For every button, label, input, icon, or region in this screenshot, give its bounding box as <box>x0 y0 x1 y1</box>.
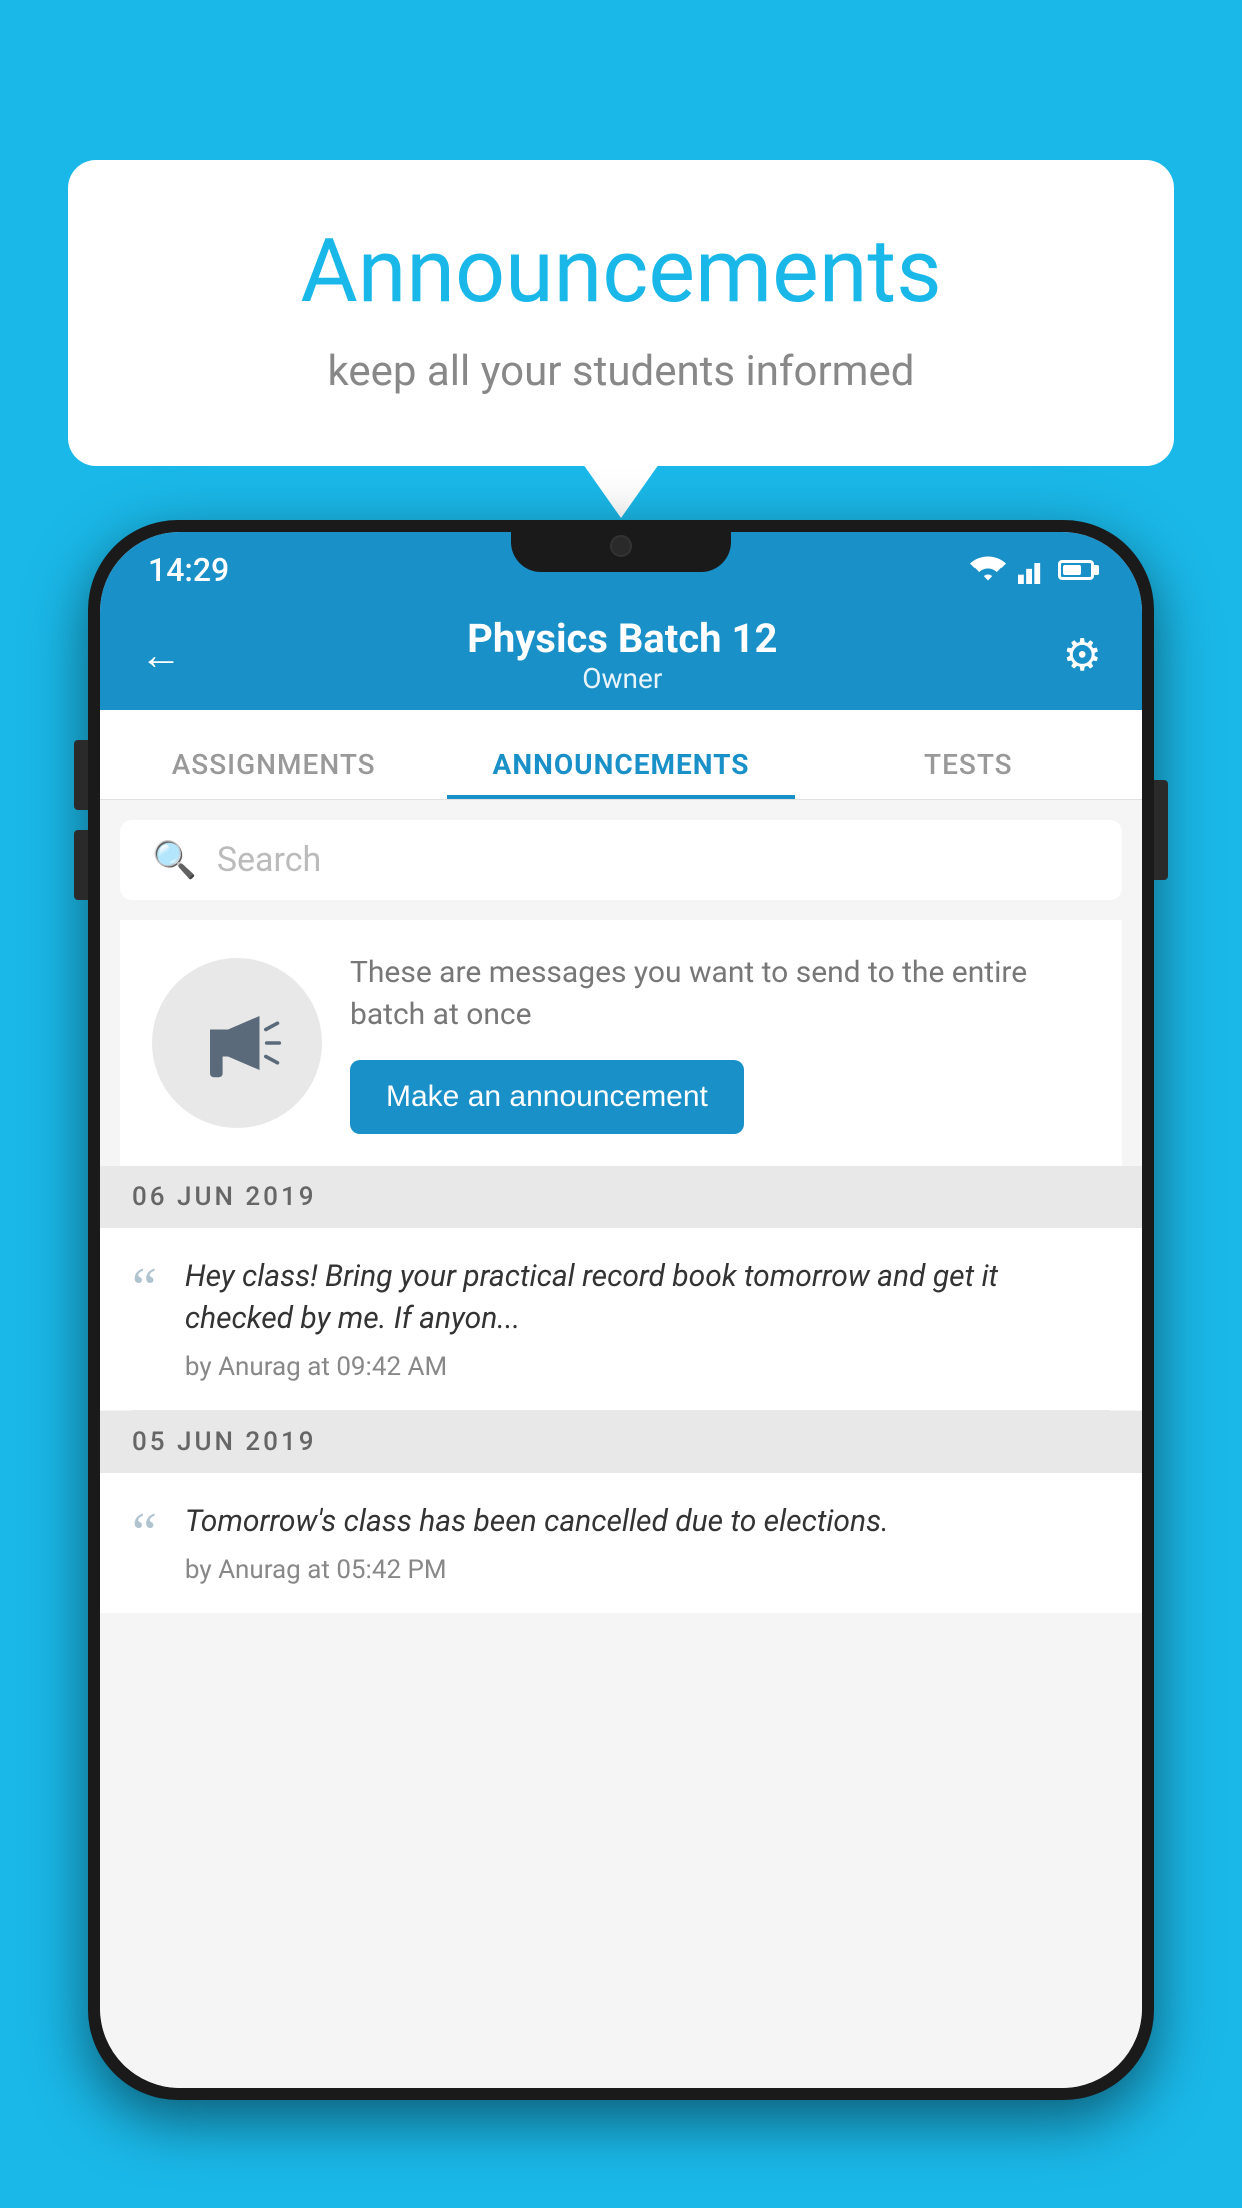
announcement-author-1: by Anurag at 09:42 AM <box>185 1352 1110 1382</box>
tab-assignments[interactable]: ASSIGNMENTS <box>100 748 447 799</box>
speech-bubble-card: Announcements keep all your students inf… <box>68 160 1174 466</box>
phone-frame: 14:29 <box>88 520 1154 2100</box>
make-announcement-button[interactable]: Make an announcement <box>350 1060 744 1134</box>
status-icons <box>970 556 1094 584</box>
search-placeholder: Search <box>217 840 321 880</box>
wifi-icon <box>970 556 1006 584</box>
announcement-content-2: Tomorrow's class has been cancelled due … <box>185 1501 1110 1585</box>
megaphone-icon <box>192 998 282 1088</box>
tab-tests[interactable]: TESTS <box>795 748 1142 799</box>
announcement-text-2: Tomorrow's class has been cancelled due … <box>185 1501 1110 1543</box>
batch-subtitle: Owner <box>182 662 1063 695</box>
content-area: 🔍 Search <box>100 800 1142 2088</box>
announcement-author-2: by Anurag at 05:42 PM <box>185 1555 1110 1585</box>
promo-card: These are messages you want to send to t… <box>120 920 1122 1166</box>
bubble-subtitle: keep all your students informed <box>148 347 1094 396</box>
quote-icon-1: “ <box>132 1260 157 1316</box>
announcement-item-2[interactable]: “ Tomorrow's class has been cancelled du… <box>100 1473 1142 1613</box>
back-button[interactable]: ← <box>140 631 182 680</box>
app-header: ← Physics Batch 12 Owner ⚙ <box>100 600 1142 710</box>
speech-bubble-section: Announcements keep all your students inf… <box>68 160 1174 466</box>
battery-icon <box>1058 560 1094 580</box>
batch-title: Physics Batch 12 <box>182 615 1063 662</box>
search-bar[interactable]: 🔍 Search <box>120 820 1122 900</box>
promo-right: These are messages you want to send to t… <box>350 952 1090 1134</box>
bubble-title: Announcements <box>148 220 1094 323</box>
status-time: 14:29 <box>148 551 229 589</box>
volume-up-button <box>74 740 88 810</box>
promo-icon-circle <box>152 958 322 1128</box>
phone-notch <box>511 520 731 572</box>
announcement-content-1: Hey class! Bring your practical record b… <box>185 1256 1110 1382</box>
search-icon: 🔍 <box>152 839 197 881</box>
power-button <box>1154 780 1168 880</box>
date-separator-1: 06 JUN 2019 <box>100 1166 1142 1228</box>
header-center: Physics Batch 12 Owner <box>182 615 1063 695</box>
volume-down-button <box>74 830 88 900</box>
phone-screen: 14:29 <box>100 532 1142 2088</box>
tab-announcements[interactable]: ANNOUNCEMENTS <box>447 748 794 799</box>
signal-icon <box>1018 556 1046 584</box>
settings-icon[interactable]: ⚙ <box>1063 629 1102 681</box>
announcement-item-1[interactable]: “ Hey class! Bring your practical record… <box>100 1228 1142 1410</box>
phone-container: 14:29 <box>88 520 1154 2208</box>
announcement-text-1: Hey class! Bring your practical record b… <box>185 1256 1110 1340</box>
quote-icon-2: “ <box>132 1505 157 1561</box>
tabs-container: ASSIGNMENTS ANNOUNCEMENTS TESTS <box>100 710 1142 800</box>
camera-dot <box>610 535 632 557</box>
promo-description: These are messages you want to send to t… <box>350 952 1090 1036</box>
date-separator-2: 05 JUN 2019 <box>100 1411 1142 1473</box>
